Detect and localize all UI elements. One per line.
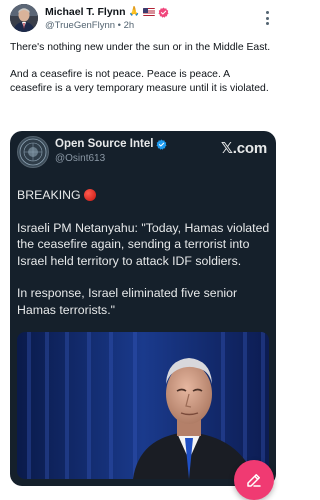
quoted-photo[interactable] (17, 332, 269, 479)
quoted-body: BREAKING Israeli PM Netanyahu: "Today, H… (17, 187, 272, 335)
post-time: 2h (123, 20, 135, 31)
post-view: Michael T. Flynn 🙏 @TrueGenFlynn • 2h Th… (0, 0, 286, 500)
quoted-paragraph-1: Israeli PM Netanyahu: "Today, Hamas viol… (17, 220, 270, 268)
compose-button[interactable] (234, 460, 274, 500)
compose-icon (247, 474, 261, 487)
author-name[interactable]: Michael T. Flynn (45, 6, 126, 18)
quoted-avatar (17, 136, 49, 168)
quoted-post-card[interactable]: Open Source Intel @Osint613 𝕏.com BREAKI… (10, 131, 276, 486)
breaking-label: BREAKING (17, 188, 81, 202)
verified-badge-icon (158, 7, 169, 18)
author-name-row: Michael T. Flynn 🙏 (45, 6, 169, 18)
post-paragraph-1: There's nothing new under the sun or in … (10, 42, 271, 53)
post-body: There's nothing new under the sun or in … (10, 41, 272, 109)
post-paragraph-2: And a ceasefire is not peace. Peace is p… (10, 69, 269, 94)
us-flag-icon (142, 8, 155, 16)
breaking-line: BREAKING (17, 187, 272, 203)
meta-separator: • (117, 20, 121, 31)
author-handle[interactable]: @TrueGenFlynn (45, 20, 115, 31)
more-vertical-icon[interactable] (266, 11, 270, 25)
quoted-name-row: Open Source Intel (55, 138, 167, 150)
red-circle-icon (83, 189, 96, 201)
praying-hands-emoji: 🙏 (128, 6, 140, 17)
quoted-handle: @Osint613 (55, 153, 106, 164)
source-label: 𝕏.com (220, 140, 267, 157)
quoted-name: Open Source Intel (55, 138, 154, 150)
quoted-paragraph-2: In response, Israel eliminated five seni… (17, 286, 238, 317)
post-header: Michael T. Flynn 🙏 @TrueGenFlynn • 2h (10, 4, 276, 34)
verified-badge-icon (156, 139, 167, 150)
author-avatar[interactable] (10, 4, 38, 32)
author-meta: @TrueGenFlynn • 2h (45, 20, 134, 31)
